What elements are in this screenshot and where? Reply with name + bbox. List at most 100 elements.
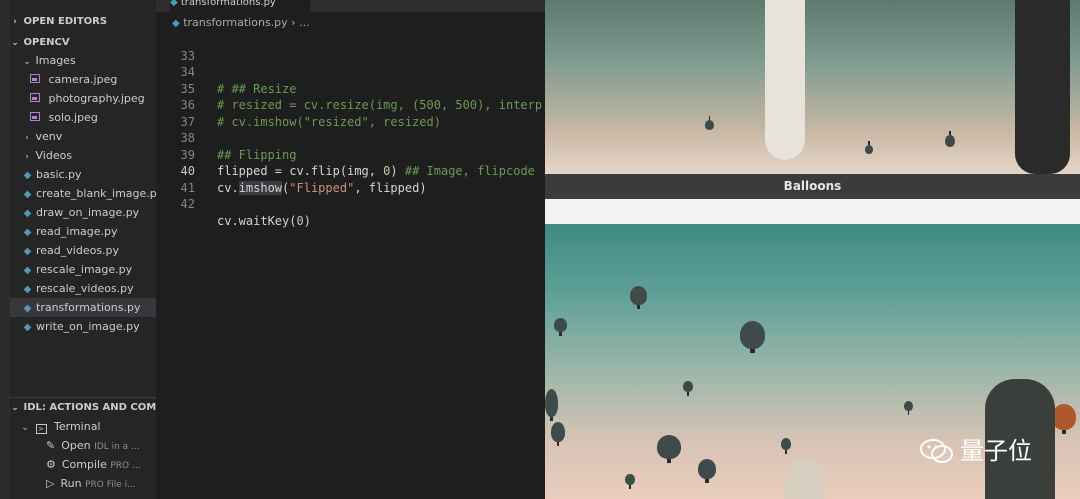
- chevron-right-icon: ›: [25, 152, 29, 162]
- python-file-icon: ◆: [23, 170, 32, 181]
- watermark-text: 量子位: [960, 437, 1032, 465]
- idl-open-action[interactable]: ✎ Open IDL in a ...: [10, 436, 156, 455]
- folder-label: venv: [35, 130, 63, 143]
- code-line[interactable]: 42 cv.waitKey(0): [156, 180, 545, 228]
- code-line[interactable]: 36 # cv.imshow("resized", resized): [156, 81, 545, 129]
- chevron-down-icon: ⌄: [11, 38, 19, 48]
- file-write-on-image[interactable]: ◆ write_on_image.py: [10, 317, 156, 336]
- chevron-right-icon: ›: [13, 17, 17, 27]
- idl-run-action[interactable]: ▷ Run PRO File i...: [10, 474, 156, 493]
- idl-section-label: IDL: ACTIONS AND COMM...: [23, 402, 156, 413]
- file-rescale-videos[interactable]: ◆ rescale_videos.py: [10, 279, 156, 298]
- wechat-icon: [920, 439, 953, 463]
- file-label: rescale_videos.py: [36, 282, 134, 295]
- file-label: transformations.py: [36, 301, 141, 314]
- balloon-shape: [551, 422, 565, 446]
- code-line[interactable]: 37: [156, 97, 545, 129]
- breadcrumb-more[interactable]: ...: [299, 16, 310, 29]
- explorer-sidebar: › OPEN EDITORS ⌄ OPENCV ⌄ Images camera.…: [10, 0, 156, 499]
- idl-compile-action[interactable]: ⚙ Compile PRO ...: [10, 455, 156, 474]
- action-sub: IDL in a ...: [94, 442, 140, 452]
- balloon-shape: [781, 438, 791, 454]
- balloon-shape: [865, 141, 873, 154]
- chevron-down-icon: ⌄: [11, 403, 19, 413]
- folder-label: Videos: [35, 149, 73, 162]
- python-file-icon: ◆: [172, 18, 180, 29]
- action-sub: PRO File i...: [85, 480, 136, 490]
- window-title: Balloons: [783, 179, 842, 193]
- file-photography[interactable]: photography.jpeg: [10, 89, 156, 108]
- file-camera[interactable]: camera.jpeg: [10, 70, 156, 89]
- python-file-icon: ◆: [23, 322, 32, 333]
- window-gap: [545, 199, 1080, 224]
- file-transformations[interactable]: ◆ transformations.py: [10, 298, 156, 317]
- chevron-right-icon: ›: [291, 16, 296, 29]
- file-label: write_on_image.py: [36, 320, 140, 333]
- file-label: read_image.py: [36, 225, 118, 238]
- code-line[interactable]: 33: [156, 31, 545, 63]
- code-line[interactable]: 35 # resized = cv.resize(img, (500, 500)…: [156, 64, 545, 113]
- file-label: photography.jpeg: [48, 92, 145, 105]
- balloon-shape: [683, 381, 693, 396]
- code-number: 0: [296, 213, 304, 228]
- python-file-icon: ◆: [23, 284, 32, 295]
- balloon-shape: [630, 286, 647, 309]
- line-number: 42: [180, 197, 195, 211]
- chevron-right-icon: ›: [25, 133, 29, 143]
- file-read-image[interactable]: ◆ read_image.py: [10, 222, 156, 241]
- chevron-down-icon: ⌄: [21, 423, 29, 433]
- folder-images[interactable]: ⌄ Images: [10, 51, 156, 70]
- run-icon: ▷: [46, 477, 55, 490]
- person-figure: [785, 459, 825, 499]
- balloon-shape: [625, 474, 635, 489]
- image-window-titlebar[interactable]: Balloons: [545, 174, 1080, 199]
- code-line[interactable]: 39 flipped = cv.flip(img, 0) ## Image, f…: [156, 130, 545, 179]
- code-token: ): [303, 213, 311, 228]
- breadcrumb-file[interactable]: transformations.py: [183, 16, 287, 29]
- file-label: solo.jpeg: [48, 111, 98, 124]
- open-file-icon: ✎: [46, 439, 56, 452]
- terminal-label: Terminal: [54, 420, 101, 433]
- project-header[interactable]: ⌄ OPENCV: [10, 33, 156, 52]
- image-file-icon: [30, 93, 40, 102]
- idl-section-header[interactable]: ⌄ IDL: ACTIONS AND COMM...: [10, 398, 156, 417]
- code-line-current[interactable]: 40 cv.imshow("Flipped", flipped): [156, 147, 545, 195]
- open-editors-header[interactable]: › OPEN EDITORS: [10, 12, 156, 31]
- flipped-person-figure: [765, 0, 805, 160]
- tab-transformations[interactable]: ◆ transformations.py: [170, 0, 310, 12]
- file-read-videos[interactable]: ◆ read_videos.py: [10, 241, 156, 260]
- code-line[interactable]: 41: [156, 163, 545, 195]
- project-label: OPENCV: [23, 37, 70, 48]
- action-label: Run: [60, 477, 82, 490]
- folder-venv[interactable]: › venv: [10, 127, 156, 146]
- terminal-group[interactable]: ⌄ > Terminal: [10, 417, 156, 436]
- flipped-person-figure: [1015, 0, 1070, 174]
- gear-icon: ⚙: [46, 458, 56, 471]
- image-file-icon: [30, 112, 40, 121]
- balloon-shape: [1052, 404, 1076, 434]
- balloon-shape: [705, 116, 714, 130]
- code-editor: ◆ transformations.py ◆ transformations.p…: [156, 0, 545, 499]
- python-file-icon: ◆: [23, 189, 32, 200]
- file-label: rescale_image.py: [36, 263, 133, 276]
- flipped-image-window[interactable]: [545, 0, 1080, 174]
- folder-videos[interactable]: › Videos: [10, 146, 156, 165]
- open-editors-label: OPEN EDITORS: [23, 16, 108, 27]
- tab-label: transformations.py: [180, 0, 276, 8]
- balloon-shape: [554, 318, 567, 336]
- file-rescale-image[interactable]: ◆ rescale_image.py: [10, 260, 156, 279]
- breadcrumb: ◆ transformations.py › ...: [172, 14, 310, 31]
- file-solo[interactable]: solo.jpeg: [10, 108, 156, 127]
- balloon-shape: [945, 131, 955, 147]
- python-file-icon: ◆: [170, 0, 178, 8]
- file-create-blank-image[interactable]: ◆ create_blank_image.py: [10, 184, 156, 203]
- python-file-icon: ◆: [23, 208, 32, 219]
- action-label: Compile: [61, 458, 107, 471]
- balloon-shape: [657, 435, 681, 463]
- code-line[interactable]: 34 # ## Resize: [156, 48, 545, 96]
- file-draw-on-image[interactable]: ◆ draw_on_image.py: [10, 203, 156, 222]
- file-basic[interactable]: ◆ basic.py: [10, 165, 156, 184]
- code-token: cv.waitKey(: [217, 213, 297, 228]
- code-line[interactable]: 38 ## Flipping: [156, 114, 545, 162]
- balloon-shape: [740, 321, 765, 353]
